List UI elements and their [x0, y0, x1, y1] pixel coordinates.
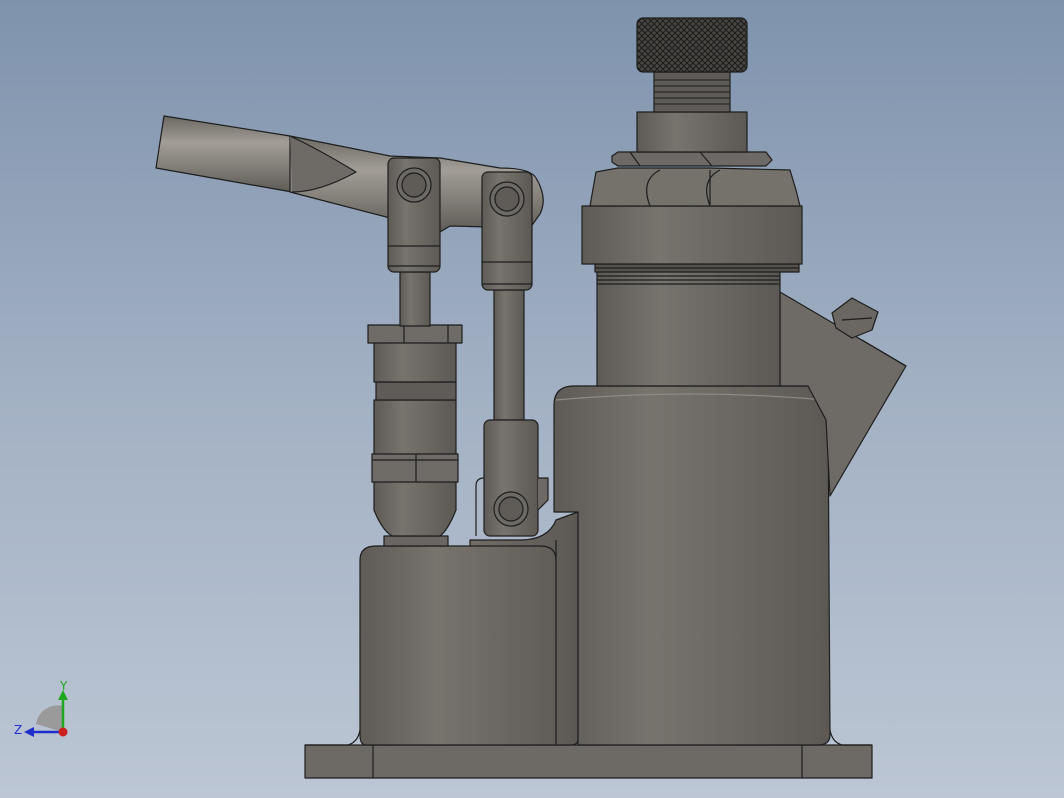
axis-triad: Y Z: [14, 679, 68, 737]
main-cylinder: [553, 385, 831, 746]
triad-arc: [36, 705, 63, 732]
hydraulic-jack-model[interactable]: [0, 0, 1064, 798]
spindle-housing: [636, 111, 748, 153]
pump-handle: [155, 115, 544, 291]
cad-viewport[interactable]: Y Z: [0, 0, 1064, 798]
z-axis-label: Z: [14, 723, 22, 737]
hex-nut: [581, 167, 803, 265]
knurled-knob: [636, 17, 748, 73]
threaded-screw: [653, 71, 731, 113]
lock-nut: [611, 151, 773, 167]
link-rod: [475, 289, 549, 537]
y-axis-label: Y: [59, 679, 68, 693]
x-axis-dot: [58, 727, 68, 737]
pump-plunger: [367, 271, 463, 547]
z-axis-arrowhead: [24, 727, 34, 737]
ram-cylinder: [594, 263, 800, 387]
pump-body: [359, 511, 579, 746]
